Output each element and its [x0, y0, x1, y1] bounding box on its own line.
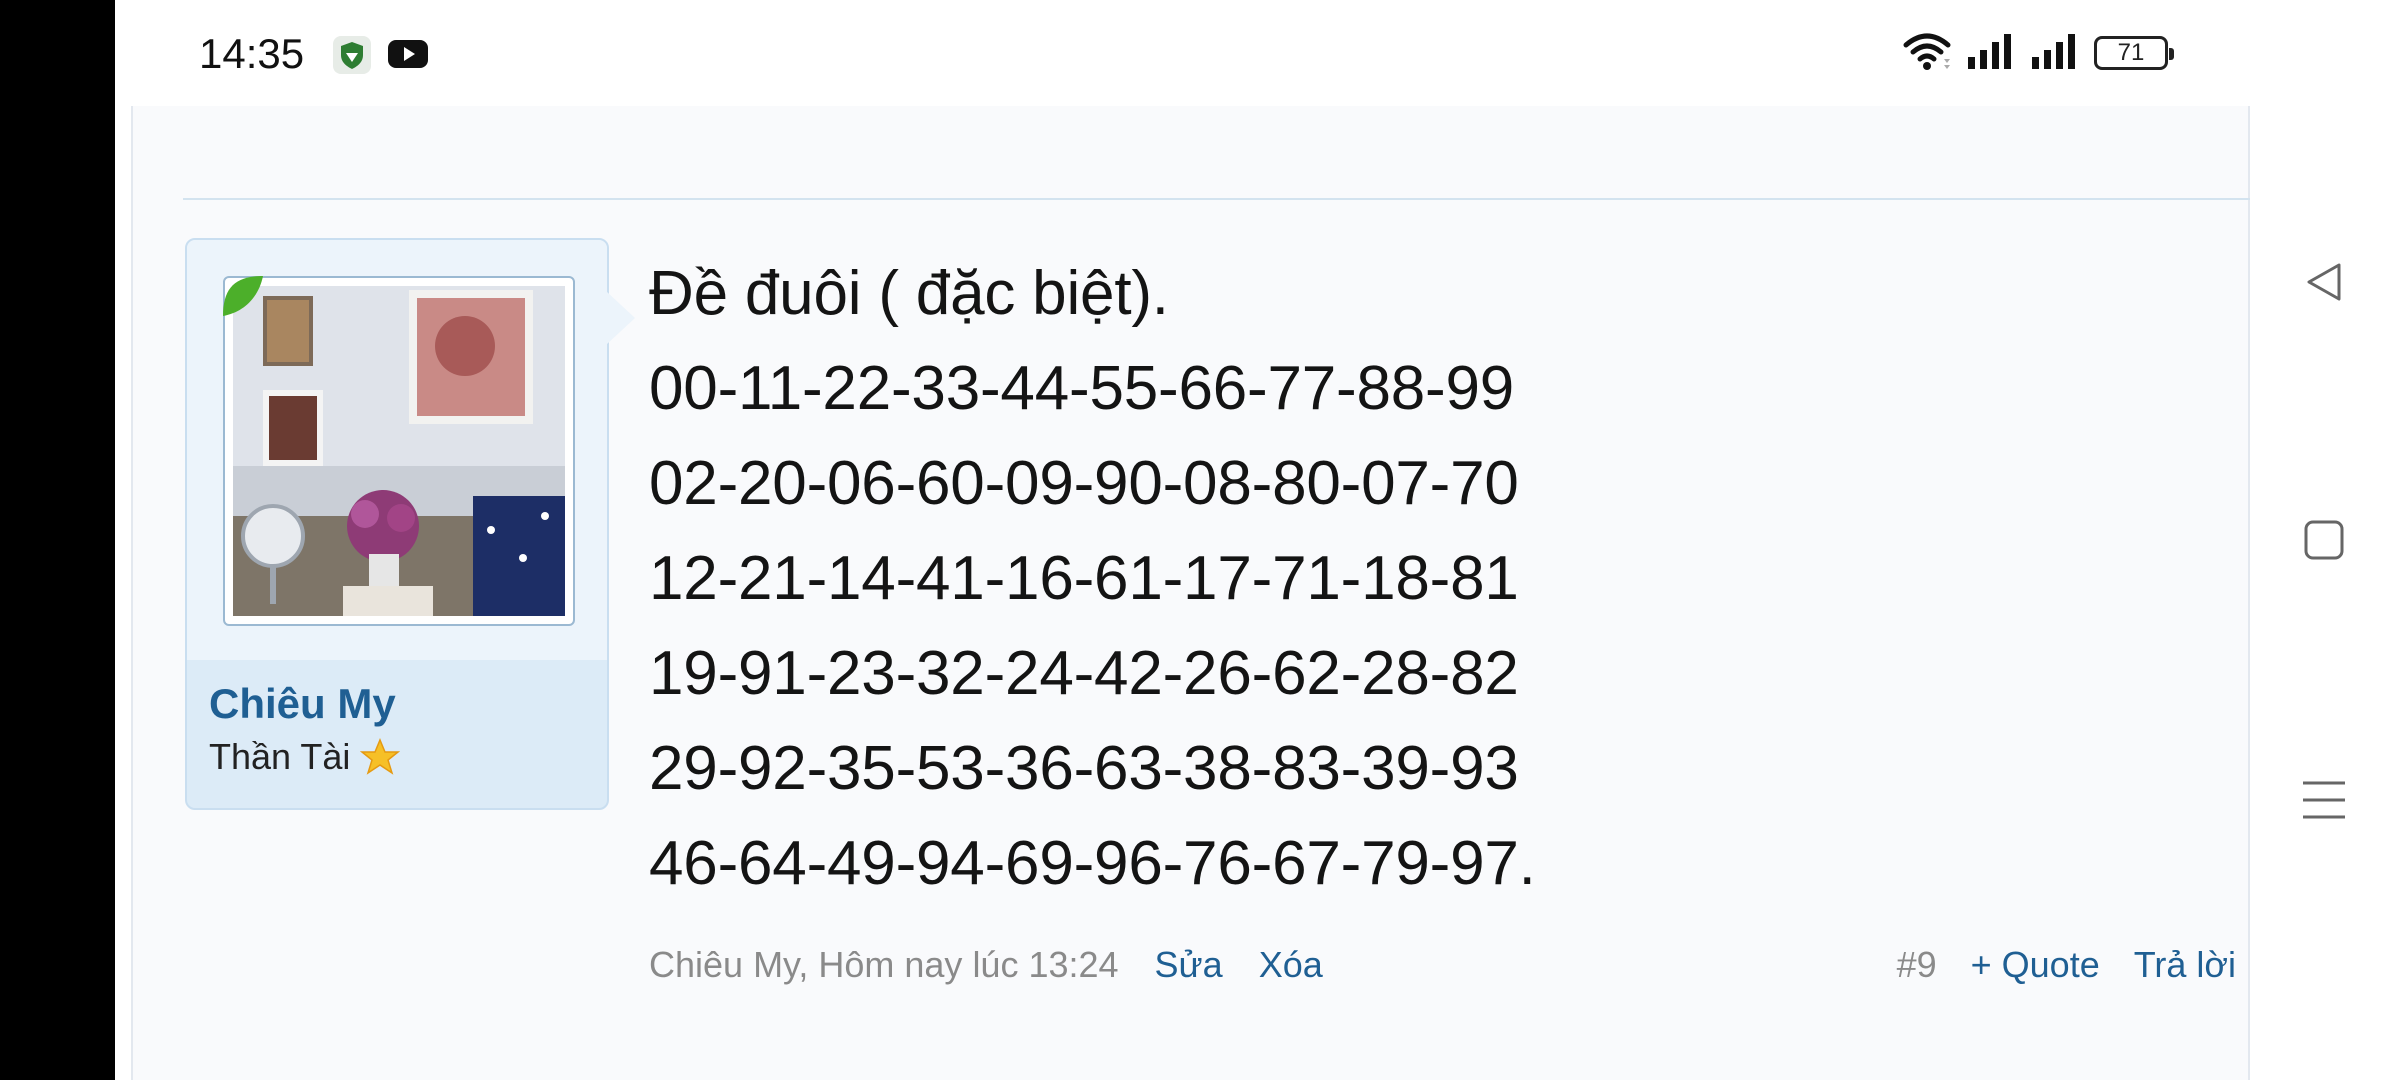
- post-actions: #9 + Quote Trả lời: [1897, 944, 2236, 986]
- post-author-date[interactable]: Chiêu My, Hôm nay lúc 13:24: [649, 944, 1119, 986]
- signal-icon: [1966, 31, 2016, 76]
- post-line: Đề đuôi ( đặc biệt).: [649, 259, 1169, 328]
- user-name[interactable]: Chiêu My: [209, 680, 396, 728]
- forum-page: Chiêu My Thần Tài Đề đuôi ( đặc biệt). 0…: [131, 106, 2253, 1080]
- signal-icon: [2030, 31, 2080, 76]
- home-icon[interactable]: [2292, 508, 2356, 572]
- reply-link[interactable]: Trả lời: [2134, 944, 2236, 986]
- left-black-bar: [0, 0, 115, 1080]
- youtube-icon: [387, 38, 429, 70]
- user-title: Thần Tài: [209, 736, 351, 777]
- recents-icon[interactable]: [2292, 768, 2356, 832]
- quote-link[interactable]: + Quote: [1971, 944, 2100, 986]
- post-line: 46-64-49-94-69-96-76-67-79-97.: [649, 829, 1536, 898]
- status-right: 71: [1902, 29, 2174, 78]
- avatar-photo: [233, 286, 565, 616]
- star-icon: [360, 738, 401, 775]
- post-divider: [183, 198, 2253, 200]
- battery-icon: 71: [2094, 36, 2174, 70]
- wifi-icon: [1902, 29, 1952, 78]
- shield-icon: [333, 36, 371, 74]
- post-line: 19-91-23-32-24-42-26-62-28-82: [649, 639, 1519, 708]
- avatar-panel: [187, 240, 607, 660]
- edit-link[interactable]: Sửa: [1155, 944, 1223, 986]
- post-meta: Chiêu My, Hôm nay lúc 13:24 Sửa Xóa: [649, 944, 1323, 986]
- post-line: 02-20-06-60-09-90-08-80-07-70: [649, 449, 1519, 518]
- bubble-tip: [607, 292, 635, 344]
- user-title-row: Thần Tài: [209, 736, 401, 778]
- post-line: 00-11-22-33-44-55-66-77-88-99: [649, 354, 1515, 423]
- user-card: Chiêu My Thần Tài: [185, 238, 635, 810]
- post-number[interactable]: #9: [1897, 944, 1937, 986]
- post-body: Đề đuôi ( đặc biệt). 00-11-22-33-44-55-6…: [649, 246, 1536, 911]
- leaf-icon: [223, 276, 263, 316]
- status-bar: 14:35 71: [115, 0, 2250, 106]
- android-nav-bar: [2250, 0, 2400, 1080]
- battery-level: 71: [2117, 39, 2145, 66]
- back-icon[interactable]: [2292, 250, 2356, 314]
- post-line: 29-92-35-53-36-63-38-83-39-93: [649, 734, 1519, 803]
- avatar[interactable]: [223, 276, 575, 626]
- post-line: 12-21-14-41-16-61-17-71-18-81: [649, 544, 1519, 613]
- delete-link[interactable]: Xóa: [1259, 944, 1323, 986]
- app-screen: 14:35 71 Chiêu My Thần Tài Đề đuôi (đặc…: [115, 0, 2253, 1080]
- status-time: 14:35: [199, 30, 305, 77]
